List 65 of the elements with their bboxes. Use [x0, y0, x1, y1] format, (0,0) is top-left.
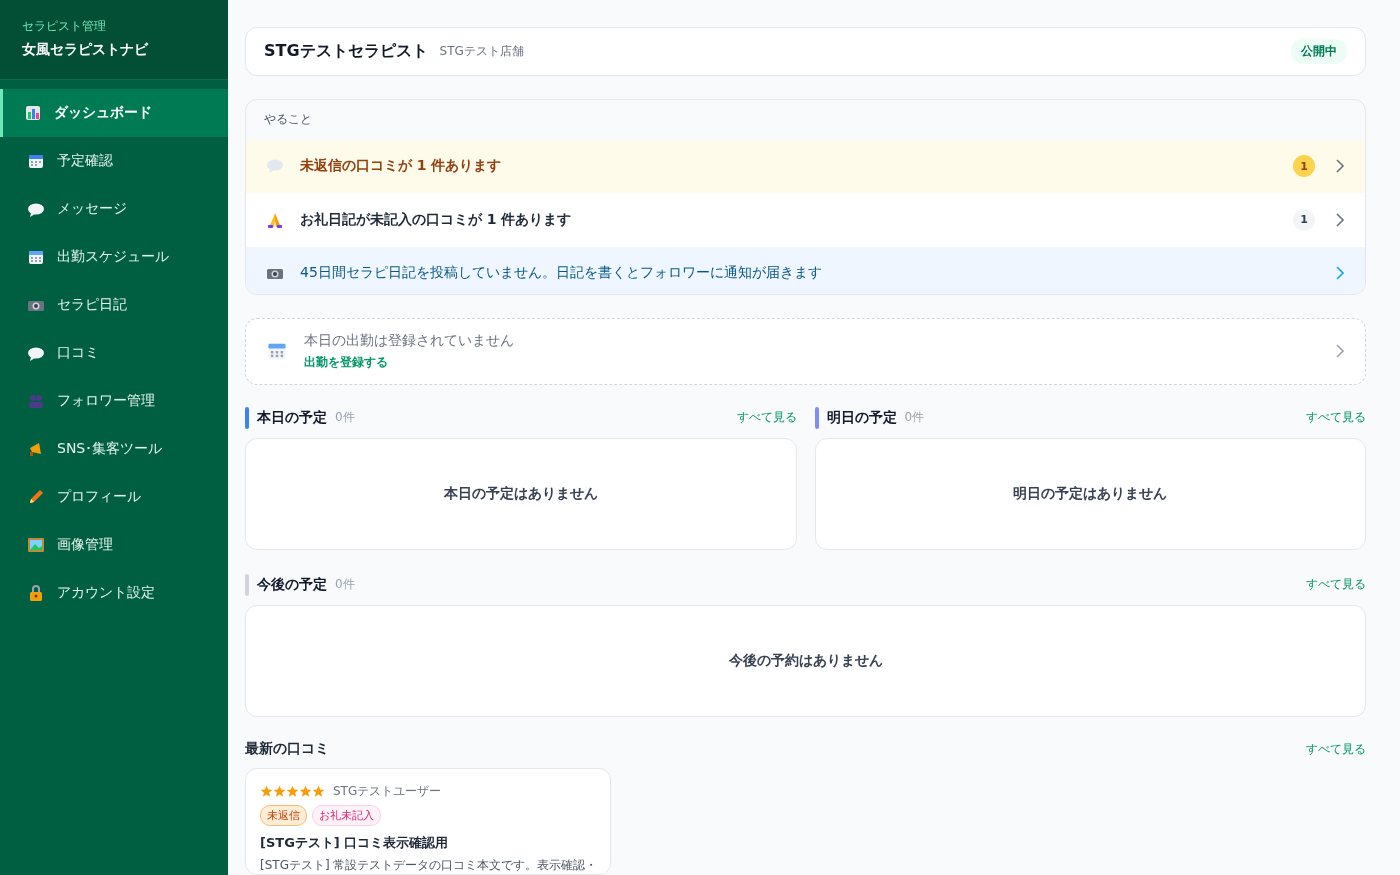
therapist-name: STGテストセラピスト — [264, 40, 428, 62]
star-icon — [299, 785, 312, 798]
reviewer-name: STGテストユーザー — [333, 783, 442, 800]
status-badge: 公開中 — [1291, 38, 1347, 64]
calendar-icon — [27, 152, 45, 170]
empty-state-card: 今後の予約はありません — [245, 604, 1366, 717]
nav-item[interactable]: SNS･集客ツール — [0, 425, 228, 473]
chevron-right-icon — [1335, 159, 1345, 174]
see-all-link[interactable]: すべて見る — [736, 409, 797, 427]
see-all-link[interactable]: すべて見る — [1306, 409, 1366, 427]
nav-item[interactable]: プロフィール — [0, 473, 228, 521]
pencil-icon — [27, 488, 45, 506]
framed-picture-icon — [27, 536, 45, 554]
section-count: 0件 — [335, 409, 355, 427]
section-count: 0件 — [335, 576, 355, 594]
app-subtitle: セラピスト管理 — [22, 18, 107, 35]
nav-item[interactable]: 予定確認 — [0, 137, 228, 185]
todo-title: やること — [264, 111, 312, 128]
empty-state-card: 明日の予定はありません — [814, 437, 1366, 550]
star-icon — [273, 785, 286, 798]
todo-text: 45日間セラピ日記を投稿していません。日記を書くとフォロワーに通知が届きます — [300, 264, 822, 283]
bar-chart-icon — [24, 104, 42, 122]
people-icon — [27, 392, 45, 410]
section-title: 明日の予定 — [826, 408, 897, 427]
attendance-card[interactable]: 本日の出勤は登録されていません 出勤を登録する — [245, 317, 1366, 385]
nav-item[interactable]: フォロワー管理 — [0, 377, 228, 425]
nav-item[interactable]: 画像管理 — [0, 521, 228, 569]
review-card[interactable]: STGテストユーザー 未返信 お礼未記入 [STGテスト] 口コミ表示確認用 [STGテスト] 常設テストデータの口コミ本文です。表示確認・ — [245, 768, 611, 875]
calendar-icon — [27, 248, 45, 266]
star-icon — [286, 785, 299, 798]
attendance-message: 本日の出勤は登録されていません — [304, 331, 514, 350]
star-icon — [260, 785, 273, 798]
chevron-right-icon — [1335, 344, 1345, 359]
shop-name: STGテスト店舗 — [439, 42, 524, 60]
see-all-link[interactable]: すべて見る — [1306, 576, 1366, 594]
nav-item[interactable]: ダッシュボード — [0, 89, 228, 137]
empty-state-card: 本日の予定はありません — [245, 437, 797, 550]
register-attendance-link[interactable]: 出勤を登録する — [304, 353, 514, 371]
todo-row[interactable]: 未返信の口コミが 1 件あります 1 — [246, 139, 1365, 193]
todo-text: 未返信の口コミが 1 件あります — [300, 157, 502, 176]
todo-row[interactable]: お礼日記が未記入の口コミが 1 件あります 1 — [246, 193, 1365, 247]
review-title: [STGテスト] 口コミ表示確認用 — [260, 834, 450, 852]
see-all-link[interactable]: すべて見る — [1306, 740, 1366, 758]
chevron-right-icon — [1335, 266, 1345, 281]
review-body: [STGテスト] 常設テストデータの口コミ本文です。表示確認・ — [260, 857, 596, 874]
section-title: 本日の予定 — [257, 408, 327, 427]
todo-text: お礼日記が未記入の口コミが 1 件あります — [300, 210, 572, 229]
nav-item[interactable]: セラピ日記 — [0, 281, 228, 329]
todo-row[interactable]: 45日間セラピ日記を投稿していません。日記を書くとフォロワーに通知が届きます — [246, 246, 1365, 294]
section-count: 0件 — [904, 409, 925, 427]
count-badge: 1 — [1293, 208, 1315, 231]
status-tag: 未返信 — [260, 805, 307, 826]
section-title: 今後の予定 — [257, 575, 327, 594]
nav-item[interactable]: アカウント設定 — [0, 569, 228, 617]
nav-item[interactable]: 口コミ — [0, 329, 228, 377]
padlock-icon — [27, 584, 45, 602]
nav-item[interactable]: メッセージ — [0, 185, 228, 233]
app-title: 女風セラピストナビ — [22, 41, 149, 59]
speech-bubble-icon — [266, 157, 284, 176]
count-badge: 1 — [1293, 155, 1315, 178]
section-title: 最新の口コミ — [245, 740, 329, 759]
status-tag: お礼未記入 — [312, 805, 381, 826]
nav-item[interactable]: 出勤スケジュール — [0, 233, 228, 281]
chevron-right-icon — [1335, 212, 1345, 227]
star-icon — [312, 785, 325, 798]
